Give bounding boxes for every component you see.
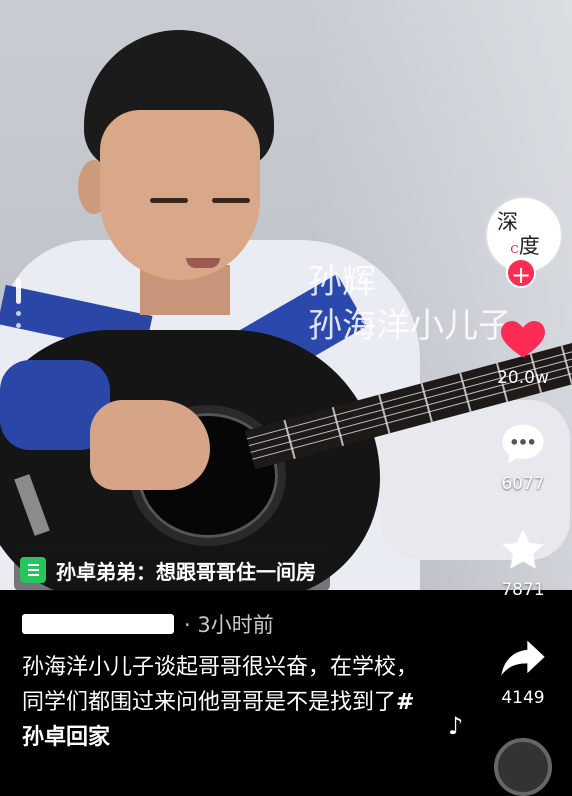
channel-logo: 深 C度 [497,210,540,262]
logo-char: 度 [518,234,540,258]
post-time: · 3小时前 [184,613,274,637]
author-row: · 3小时前 [22,609,274,639]
star-icon [497,524,549,576]
comment-icon [497,418,549,470]
share-button[interactable]: 4149 [488,632,558,708]
music-disc[interactable] [494,738,552,796]
boy-mouth [186,258,220,268]
author-name-redacted[interactable] [22,614,174,634]
progress-indicator [16,278,24,335]
share-count: 4149 [501,688,545,708]
boy-face [100,110,260,280]
logo-mark: C [510,243,519,256]
caption-text: 孙海洋小儿子谈起哥哥很兴奋，在学校，同学们都围过来问他哥哥是不是找到了 [22,655,419,715]
favorite-count: 7871 [501,580,545,600]
like-button[interactable]: 20.0w [488,312,558,388]
like-count: 20.0w [497,368,549,388]
comment-count: 6077 [501,474,545,494]
video-player[interactable]: 孙辉 孙海洋小儿子 [0,0,572,590]
follow-button[interactable]: + [506,258,536,289]
share-arrow-icon [497,632,549,684]
favorite-button[interactable]: 7871 [488,524,558,600]
music-note-icon: ♪ [448,712,464,740]
indicator-dot [16,323,21,328]
boy-eye [150,198,188,203]
boy-eye [212,198,250,203]
boy-hand [90,400,210,490]
indicator-dot [16,311,21,316]
topic-chip[interactable]: 孙卓弟弟：想跟哥哥住一间房 [14,549,330,591]
video-subtitle: 孙海洋小儿子 [308,306,512,346]
post-caption: 孙海洋小儿子谈起哥哥很兴奋，在学校，同学们都围过来问他哥哥是不是找到了#孙卓回家 [22,650,422,755]
comment-button[interactable]: 6077 [488,418,558,494]
video-subtitle: 孙辉 [308,262,376,302]
topic-chip-text: 孙卓弟弟：想跟哥哥住一间房 [56,559,316,584]
list-icon [20,557,46,583]
heart-icon [497,312,549,364]
logo-char: 深 [497,210,518,234]
indicator-bar [16,278,21,304]
